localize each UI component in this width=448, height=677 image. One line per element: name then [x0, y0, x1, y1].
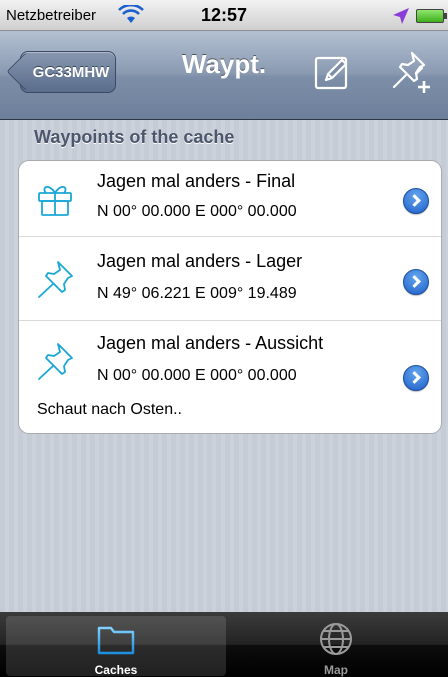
globe-icon [320, 623, 352, 655]
disclosure-button[interactable] [403, 365, 429, 391]
tab-bar: Caches Map [0, 612, 448, 677]
disclosure-button[interactable] [403, 269, 429, 295]
waypoint-coordinates: N 49° 06.221 E 009° 19.489 [97, 285, 297, 302]
waypoint-name: Jagen mal anders - Aussicht [97, 333, 324, 353]
tab-map[interactable]: Map [226, 616, 446, 677]
waypoint-coordinates: N 00° 00.000 E 000° 00.000 [97, 203, 297, 220]
waypoint-note: Schaut nach Osten.. [37, 401, 182, 418]
status-bar: Netzbetreiber 12:57 [0, 0, 448, 31]
waypoint-name: Jagen mal anders - Final [97, 171, 296, 191]
disclosure-button[interactable] [403, 188, 429, 214]
waypoint-list-area: Waypoints of the cache Jagen mal anders … [0, 120, 448, 612]
waypoint-name: Jagen mal anders - Lager [97, 251, 303, 271]
pushpin-icon [38, 343, 73, 380]
waypoint-row[interactable]: Jagen mal anders - Aussicht N 00° 00.000… [19, 320, 441, 433]
pushpin-icon [38, 261, 73, 298]
tab-caches[interactable]: Caches [6, 616, 226, 677]
edit-icon[interactable] [312, 53, 352, 93]
tab-map-label: Map [324, 663, 348, 677]
waypoint-row[interactable]: Jagen mal anders - Lager N 49° 06.221 E … [19, 236, 441, 321]
back-button-label: GC33MHW [32, 63, 110, 81]
folder-icon [97, 626, 135, 655]
location-arrow-icon [393, 8, 409, 24]
waypoint-coordinates: N 00° 00.000 E 000° 00.000 [97, 367, 297, 384]
battery-icon [416, 9, 447, 23]
tab-caches-label: Caches [94, 663, 138, 677]
waypoint-group: Jagen mal anders - Final N 00° 00.000 E … [18, 160, 442, 434]
waypoint-row[interactable]: Jagen mal anders - Final N 00° 00.000 E … [19, 161, 441, 236]
status-time: 12:57 [200, 5, 248, 25]
add-pushpin-icon[interactable] [386, 47, 434, 95]
section-header: Waypoints of the cache [34, 127, 235, 147]
back-button[interactable]: GC33MHW [6, 51, 116, 93]
navigation-bar: GC33MHW Waypt. [0, 31, 448, 120]
gift-box-icon [38, 186, 72, 216]
